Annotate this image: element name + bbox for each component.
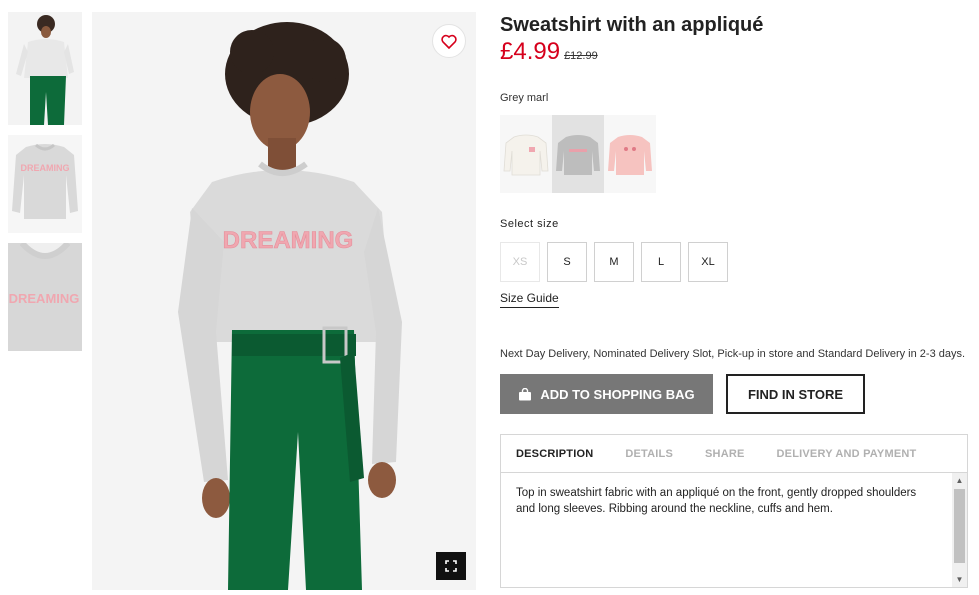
- fullscreen-button[interactable]: [436, 552, 466, 580]
- product-details-panel: DESCRIPTION DETAILS SHARE DELIVERY AND P…: [500, 434, 968, 588]
- add-to-bag-button[interactable]: ADD TO SHOPPING BAG: [500, 374, 713, 414]
- product-title: Sweatshirt with an appliqué: [500, 14, 764, 36]
- scroll-down-arrow-icon[interactable]: ▼: [952, 572, 967, 587]
- size-guide-link[interactable]: Size Guide: [500, 291, 559, 308]
- thumbnail-print-text: DREAMING: [21, 163, 70, 173]
- details-tabs: DESCRIPTION DETAILS SHARE DELIVERY AND P…: [501, 435, 967, 473]
- thumbnail-full-outfit[interactable]: [8, 12, 82, 125]
- find-in-store-button[interactable]: FIND IN STORE: [726, 374, 865, 414]
- thumbnail-print-closeup[interactable]: DREAMING: [8, 243, 82, 351]
- size-option-m[interactable]: M: [594, 242, 634, 282]
- tab-details[interactable]: DETAILS: [625, 448, 673, 460]
- expand-icon: [445, 560, 457, 572]
- heart-icon: [441, 34, 457, 49]
- scroll-up-arrow-icon[interactable]: ▲: [952, 473, 967, 488]
- description-scrollbar[interactable]: ▲ ▼: [952, 473, 967, 587]
- tab-share[interactable]: SHARE: [705, 448, 745, 460]
- model-illustration: DREAMING: [178, 22, 402, 590]
- select-size-label: Select size: [500, 218, 559, 230]
- color-swatch-white[interactable]: [500, 115, 552, 193]
- description-text: Top in sweatshirt fabric with an appliqu…: [516, 487, 917, 515]
- tab-content: Top in sweatshirt fabric with an appliqu…: [501, 473, 967, 587]
- size-option-s[interactable]: S: [547, 242, 587, 282]
- tab-description[interactable]: DESCRIPTION: [516, 448, 593, 460]
- size-option-l[interactable]: L: [641, 242, 681, 282]
- size-option-xs[interactable]: XS: [500, 242, 540, 282]
- main-product-image[interactable]: DREAMING: [92, 12, 476, 590]
- size-options: XS S M L XL: [500, 242, 735, 282]
- scrollbar-thumb[interactable]: [954, 489, 965, 563]
- thumbnail-print-text: DREAMING: [9, 291, 80, 306]
- tab-delivery-and-payment[interactable]: DELIVERY AND PAYMENT: [777, 448, 917, 460]
- selected-color-name: Grey marl: [500, 92, 549, 104]
- add-to-bag-label: ADD TO SHOPPING BAG: [540, 386, 695, 402]
- current-price: £4.99: [500, 38, 561, 65]
- color-swatch-pink[interactable]: [604, 115, 656, 193]
- main-print-text: DREAMING: [223, 227, 354, 254]
- thumbnail-list: DREAMING DREAMING: [8, 12, 82, 361]
- delivery-info: Next Day Delivery, Nominated Delivery Sl…: [500, 348, 966, 360]
- shopping-bag-icon: [518, 387, 532, 401]
- size-option-xl[interactable]: XL: [688, 242, 728, 282]
- thumbnail-sweatshirt-front[interactable]: DREAMING: [8, 135, 82, 233]
- favourite-button[interactable]: [432, 24, 466, 58]
- price-row: £4.99 £12.99: [500, 38, 598, 66]
- color-swatch-grey-marl[interactable]: [552, 115, 604, 193]
- color-swatches: [500, 115, 656, 193]
- old-price: £12.99: [564, 50, 598, 62]
